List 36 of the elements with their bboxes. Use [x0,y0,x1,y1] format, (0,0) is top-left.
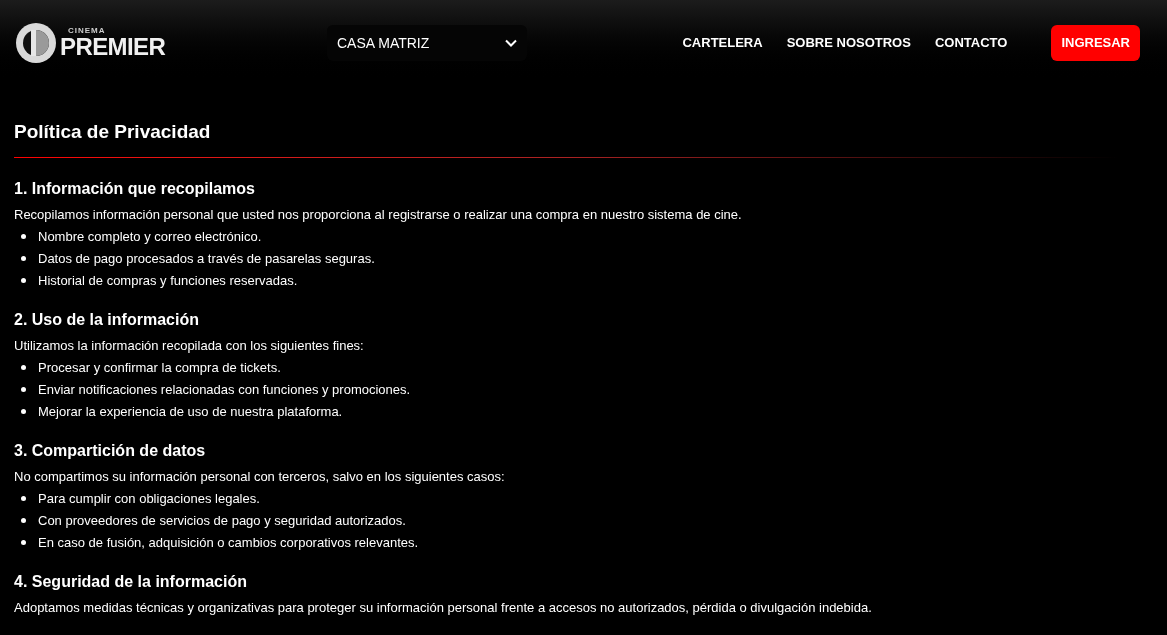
list-item-text: Historial de compras y funciones reservadas. [38,271,298,290]
list-item-text: Nombre completo y correo electrónico. [38,227,262,246]
section-heading: 1. Información que recopilamos [14,178,256,199]
section-paragraph: No compartimos su información personal con terceros, salvo en los siguientes casos: [14,467,506,486]
bullet-icon [21,365,26,370]
login-button[interactable]: INGRESAR [1051,24,1140,61]
section-paragraph: Recopilamos información personal que usted nos proporciona al registrarse o realizar una compra en nuestro sistema de cine. [14,205,743,224]
chevron-down-icon [505,39,517,47]
list-item-text: Para cumplir con obligaciones legales. [38,489,260,508]
bullet-icon [21,387,26,392]
bullet-icon [21,278,26,283]
bullet-icon [21,540,26,545]
list-item-text: Mejorar la experiencia de uso de nuestra plataforma. [38,402,343,421]
branch-dropdown[interactable]: CASA MATRIZ [327,25,527,61]
bullet-icon [21,518,26,523]
nav-link[interactable]: CONTACTO [934,32,1008,53]
bullet-icon [21,496,26,501]
section-paragraph: Adoptamos medidas técnicas y organizativas para proteger su información personal frente a accesos no autorizados, pérdida o divulgación indebida. [14,598,873,617]
section-paragraph: Utilizamos la información recopilada con los siguientes fines: [14,336,365,355]
page-title: Política de Privacidad [14,120,212,144]
nav-link[interactable]: CARTELERA [682,32,763,53]
logo-icon [14,20,58,65]
bullet-icon [21,256,26,261]
logo-tagline: CINEMA [68,26,107,35]
section-heading: 2. Uso de la información [14,309,200,330]
list-item-text: En caso de fusión, adquisición o cambios corporativos relevantes. [38,533,419,552]
list-item-text: Con proveedores de servicios de pago y seguridad autorizados. [38,511,406,530]
nav-link[interactable]: SOBRE NOSOTROS [786,32,911,53]
bullet-icon [21,409,26,414]
list-item-text: Datos de pago procesados a través de pasarelas seguras. [38,249,375,268]
bullet-icon [21,234,26,239]
list-item-text: Procesar y confirmar la compra de tickets. [38,358,281,377]
list-item-text: Enviar notificaciones relacionadas con funciones y promociones. [38,380,411,399]
section-heading: 3. Compartición de datos [14,440,207,461]
section-heading: 4. Seguridad de la información [14,571,248,592]
logo-wordmark: PREMIER [60,34,166,59]
